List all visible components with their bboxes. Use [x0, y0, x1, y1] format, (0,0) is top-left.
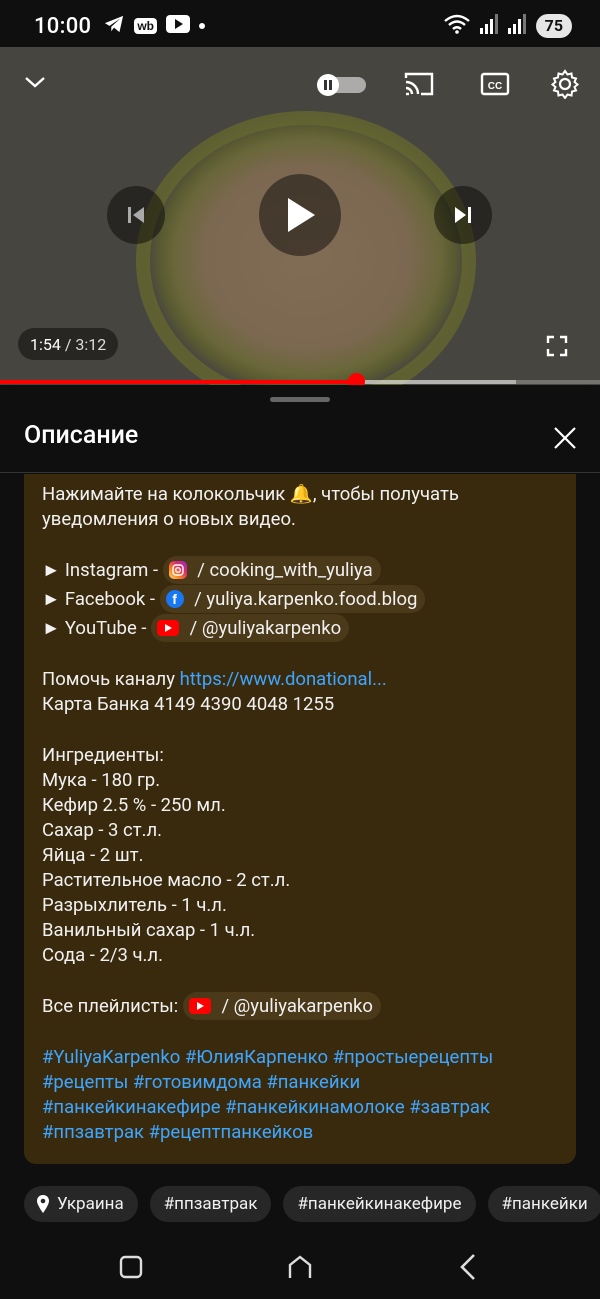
- youtube-row: ► YouTube - / @yuliyakarpenko: [42, 614, 558, 643]
- hashtag-line[interactable]: #ппзавтрак #рецептпанкейков: [42, 1120, 558, 1145]
- ingredient-item: Сода - 2/3 ч.л.: [42, 944, 163, 966]
- wifi-icon: [443, 14, 470, 38]
- telegram-icon: [103, 14, 125, 38]
- recent-apps-button[interactable]: [118, 1254, 144, 1284]
- facebook-handle: / yuliya.karpenko.food.blog: [189, 587, 418, 610]
- hashtag-chip[interactable]: #панкейкинакефире: [283, 1186, 476, 1222]
- next-icon: [455, 207, 471, 223]
- instagram-handle: / cooking_with_yuliya: [192, 558, 373, 581]
- hashtag-line[interactable]: #панкейкинакефире #панкейкинамолоке #зав…: [42, 1095, 558, 1120]
- time-display: 1:54 / 3:12: [18, 328, 119, 360]
- ingredient-item: Разрыхлитель - 1 ч.л.: [42, 894, 227, 916]
- location-pin-icon: [37, 1195, 49, 1213]
- video-player[interactable]: CC 1:54 / 3:12: [0, 47, 600, 385]
- back-icon: [460, 1254, 475, 1280]
- duration: 3:12: [75, 334, 107, 354]
- captions-icon[interactable]: CC: [478, 69, 512, 99]
- hashtag-line[interactable]: #YuliyaKarpenko #ЮлияКарпенко #простыере…: [42, 1045, 558, 1070]
- sheet-title: Описание: [24, 421, 139, 450]
- ingredient-item: Ванильный сахар - 1 ч.л.: [42, 919, 256, 941]
- description-card: Нажимайте на колокольчик 🔔, чтобы получа…: [24, 474, 576, 1164]
- close-button[interactable]: [552, 425, 578, 451]
- home-button[interactable]: [286, 1254, 314, 1284]
- battery-indicator: 75: [535, 14, 572, 38]
- system-nav-bar: [0, 1230, 600, 1299]
- facebook-icon: f: [165, 590, 184, 609]
- location-chip[interactable]: Украина: [24, 1186, 138, 1222]
- description-line: уведомления о новых видео.: [42, 508, 296, 530]
- bank-card-line: Карта Банка 4149 4390 4048 1255: [42, 693, 335, 715]
- ingredient-item: Растительное масло - 2 ст.л.: [42, 869, 291, 891]
- wb-icon: wb: [134, 18, 157, 34]
- hashtag-chip[interactable]: #панкейки: [487, 1186, 600, 1222]
- play-button[interactable]: [259, 174, 341, 256]
- cast-icon[interactable]: [402, 69, 436, 99]
- ingredient-item: Кефир 2.5 % - 250 мл.: [42, 794, 226, 816]
- notification-dot-icon: [199, 23, 205, 29]
- played-bar: [0, 380, 356, 384]
- ingredient-item: Мука - 180 гр.: [42, 769, 161, 791]
- youtube-icon: [157, 620, 180, 637]
- status-bar: 10:00 wb 75: [0, 0, 600, 52]
- playlists-handle: / @yuliyakarpenko: [216, 994, 373, 1017]
- facebook-link[interactable]: f / yuliya.karpenko.food.blog: [159, 585, 426, 614]
- current-time: 1:54: [30, 334, 61, 354]
- youtube-handle: / @yuliyakarpenko: [185, 616, 342, 639]
- hashtag-chip[interactable]: #ппзавтрак: [149, 1186, 272, 1222]
- instagram-link[interactable]: / cooking_with_yuliya: [162, 556, 381, 585]
- instagram-icon: [168, 561, 187, 580]
- autoplay-toggle[interactable]: [316, 73, 368, 97]
- status-time: 10:00: [34, 13, 92, 39]
- progress-bar[interactable]: [0, 373, 600, 390]
- ingredient-item: Яйца - 2 шт.: [42, 844, 144, 866]
- hashtag-line[interactable]: #рецепты #готовимдома #панкейки: [42, 1070, 558, 1095]
- youtube-channel-link[interactable]: / @yuliyakarpenko: [151, 614, 350, 643]
- playlists-link[interactable]: / @yuliyakarpenko: [182, 992, 381, 1021]
- description-line: Нажимайте на колокольчик 🔔, чтобы получа…: [42, 483, 459, 505]
- close-icon: [554, 427, 576, 449]
- instagram-row: ► Instagram - / cooking_with_yuliya: [42, 556, 558, 585]
- tag-chip-row: Украина #ппзавтрак #панкейкинакефире #па…: [24, 1186, 600, 1222]
- signal-2-icon: [507, 14, 526, 38]
- recent-apps-icon: [119, 1255, 143, 1279]
- previous-button[interactable]: [107, 186, 165, 244]
- back-button[interactable]: [456, 1252, 480, 1286]
- next-button[interactable]: [434, 186, 492, 244]
- minimize-chevron-icon[interactable]: [20, 67, 50, 97]
- facebook-row: ► Facebook - f / yuliya.karpenko.food.bl…: [42, 585, 558, 614]
- location-chip-label: Украина: [57, 1194, 124, 1214]
- home-icon: [288, 1255, 312, 1278]
- youtube-icon: [188, 998, 211, 1015]
- help-row: Помочь каналу https://www.donational...: [42, 668, 387, 690]
- previous-icon: [128, 207, 144, 223]
- playlists-row: Все плейлисты: / @yuliyakarpenko: [42, 992, 558, 1021]
- play-icon: [288, 198, 315, 232]
- svg-text:CC: CC: [488, 81, 502, 92]
- time-separator: /: [60, 334, 76, 354]
- youtube-status-icon: [166, 15, 190, 37]
- drag-handle[interactable]: [270, 397, 330, 402]
- signal-1-icon: [479, 14, 498, 38]
- ingredient-item: Сахар - 3 ст.л.: [42, 819, 163, 841]
- fullscreen-icon[interactable]: [542, 331, 572, 361]
- divider: [0, 472, 600, 473]
- settings-gear-icon[interactable]: [548, 67, 582, 101]
- ingredients-title: Ингредиенты:: [42, 744, 164, 766]
- description-sheet: Описание Нажимайте на колокольчик 🔔, что…: [0, 385, 600, 1230]
- donation-link[interactable]: https://www.donational...: [180, 668, 387, 690]
